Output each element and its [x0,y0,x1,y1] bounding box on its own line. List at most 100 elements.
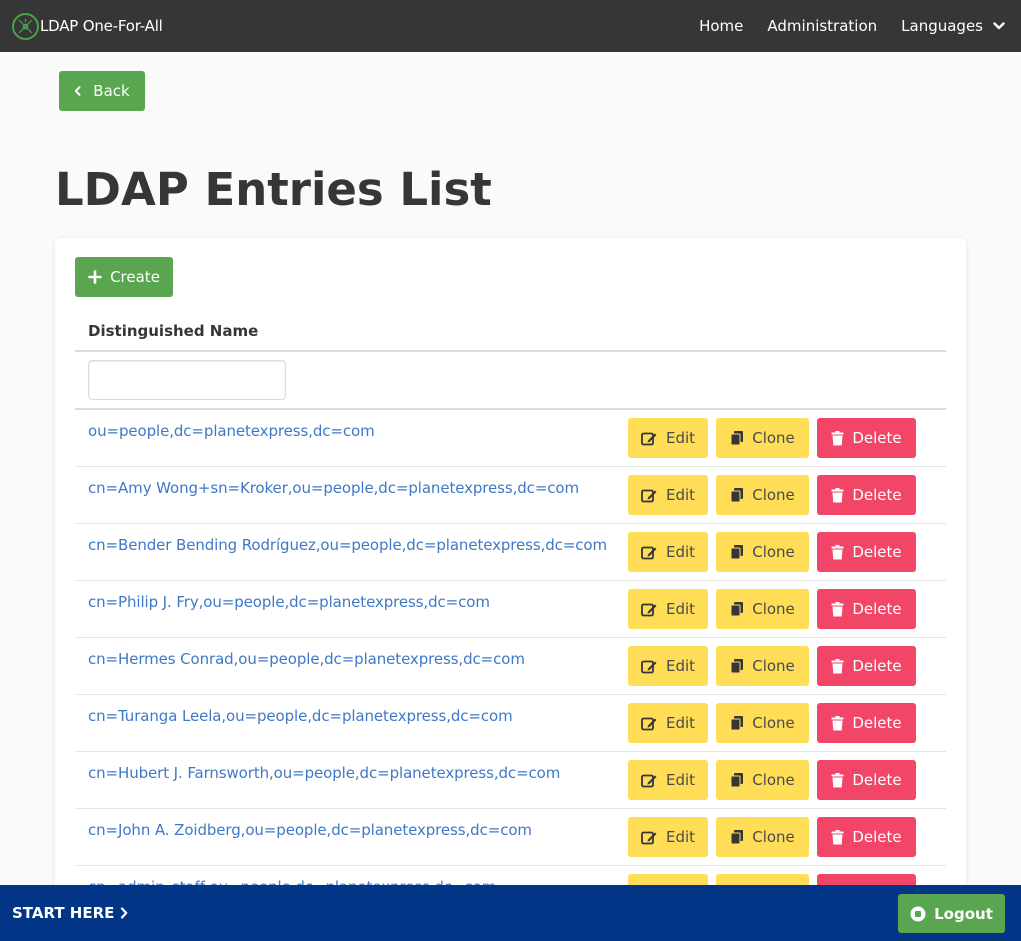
entry-dn-link[interactable]: cn=John A. Zoidberg,ou=people,dc=planete… [88,821,532,839]
entry-dn-link[interactable]: cn=Turanga Leela,ou=people,dc=planetexpr… [88,707,513,725]
edit-button[interactable]: Edit [628,589,708,629]
delete-label: Delete [852,771,902,789]
edit-icon [641,489,657,502]
delete-label: Delete [852,600,902,618]
copy-icon [730,773,744,788]
back-button[interactable]: Back [59,71,145,111]
header-divider [75,350,946,352]
entry-dn-link[interactable]: cn=Hubert J. Farnsworth,ou=people,dc=pla… [88,764,560,782]
delete-button[interactable]: Delete [817,418,916,458]
brand-link[interactable]: LDAP One-For-All [12,12,163,40]
clone-label: Clone [752,771,795,789]
edit-label: Edit [665,429,696,447]
delete-label: Delete [852,714,902,732]
column-header-dn: Distinguished Name [88,322,259,340]
clone-label: Clone [752,429,795,447]
entry-dn-link[interactable]: ou=people,dc=planetexpress,dc=com [88,422,375,440]
delete-label: Delete [852,543,902,561]
table-row: cn=Hermes Conrad,ou=people,dc=planetexpr… [75,638,946,695]
edit-icon [641,774,657,787]
table-row: cn=Turanga Leela,ou=people,dc=planetexpr… [75,695,946,752]
copy-icon [730,659,744,674]
copy-icon [730,716,744,731]
clone-button[interactable]: Clone [716,475,809,515]
bottom-bar: START HERE Logout [0,885,1021,941]
delete-button[interactable]: Delete [817,760,916,800]
brand-name: LDAP One-For-All [40,17,163,35]
entry-dn-link[interactable]: cn=Philip J. Fry,ou=people,dc=planetexpr… [88,593,490,611]
edit-label: Edit [665,543,696,561]
clone-button[interactable]: Clone [716,589,809,629]
create-button[interactable]: Create [75,257,173,297]
clone-label: Clone [752,828,795,846]
edit-label: Edit [665,486,696,504]
entries-table-body: ou=people,dc=planetexpress,dc=com Edit C… [75,410,946,923]
copy-icon [730,545,744,560]
trash-icon [831,658,844,673]
delete-button[interactable]: Delete [817,475,916,515]
nav-home[interactable]: Home [699,17,743,35]
table-row: cn=Hubert J. Farnsworth,ou=people,dc=pla… [75,752,946,809]
trash-icon [831,430,844,445]
delete-label: Delete [852,429,902,447]
clone-button[interactable]: Clone [716,646,809,686]
trash-icon [831,829,844,844]
table-row: cn=Amy Wong+sn=Kroker,ou=people,dc=plane… [75,467,946,524]
copy-icon [730,488,744,503]
edit-label: Edit [665,600,696,618]
clone-button[interactable]: Clone [716,418,809,458]
trash-icon [831,601,844,616]
logout-button[interactable]: Logout [898,894,1005,933]
entry-dn-link[interactable]: cn=Amy Wong+sn=Kroker,ou=people,dc=plane… [88,479,579,497]
edit-button[interactable]: Edit [628,703,708,743]
clone-label: Clone [752,657,795,675]
edit-icon [641,546,657,559]
delete-button[interactable]: Delete [817,703,916,743]
clone-button[interactable]: Clone [716,703,809,743]
edit-label: Edit [665,771,696,789]
delete-button[interactable]: Delete [817,817,916,857]
dn-filter-input[interactable] [88,360,286,400]
clone-button[interactable]: Clone [716,817,809,857]
edit-button[interactable]: Edit [628,532,708,572]
stop-circle-icon [910,906,926,921]
nav-languages-dropdown[interactable]: Languages [901,17,1005,35]
clone-button[interactable]: Clone [716,760,809,800]
edit-label: Edit [665,714,696,732]
delete-label: Delete [852,657,902,675]
clone-label: Clone [752,486,795,504]
back-button-label: Back [93,82,130,100]
edit-icon [641,660,657,673]
delete-button[interactable]: Delete [817,589,916,629]
edit-icon [641,603,657,616]
clone-label: Clone [752,600,795,618]
entry-dn-link[interactable]: cn=Hermes Conrad,ou=people,dc=planetexpr… [88,650,525,668]
start-here-link[interactable]: START HERE [12,904,128,922]
edit-label: Edit [665,657,696,675]
trash-icon [831,772,844,787]
edit-button[interactable]: Edit [628,760,708,800]
top-navbar: LDAP One-For-All Home Administration Lan… [0,0,1021,52]
table-row: ou=people,dc=planetexpress,dc=com Edit C… [75,410,946,467]
edit-button[interactable]: Edit [628,475,708,515]
edit-button[interactable]: Edit [628,646,708,686]
entry-dn-link[interactable]: cn=Bender Bending Rodríguez,ou=people,dc… [88,536,607,554]
edit-button[interactable]: Edit [628,817,708,857]
start-here-label: START HERE [12,904,115,922]
clone-label: Clone [752,714,795,732]
edit-button[interactable]: Edit [628,418,708,458]
nav-languages-label: Languages [901,17,983,35]
clone-button[interactable]: Clone [716,532,809,572]
copy-icon [730,602,744,617]
logout-label: Logout [934,904,993,923]
delete-button[interactable]: Delete [817,646,916,686]
nav-administration[interactable]: Administration [767,17,877,35]
edit-icon [641,831,657,844]
delete-label: Delete [852,828,902,846]
brand-logo-icon [12,12,39,40]
edit-icon [641,717,657,730]
chevron-down-icon [993,22,1005,30]
delete-button[interactable]: Delete [817,532,916,572]
copy-icon [730,830,744,845]
trash-icon [831,715,844,730]
